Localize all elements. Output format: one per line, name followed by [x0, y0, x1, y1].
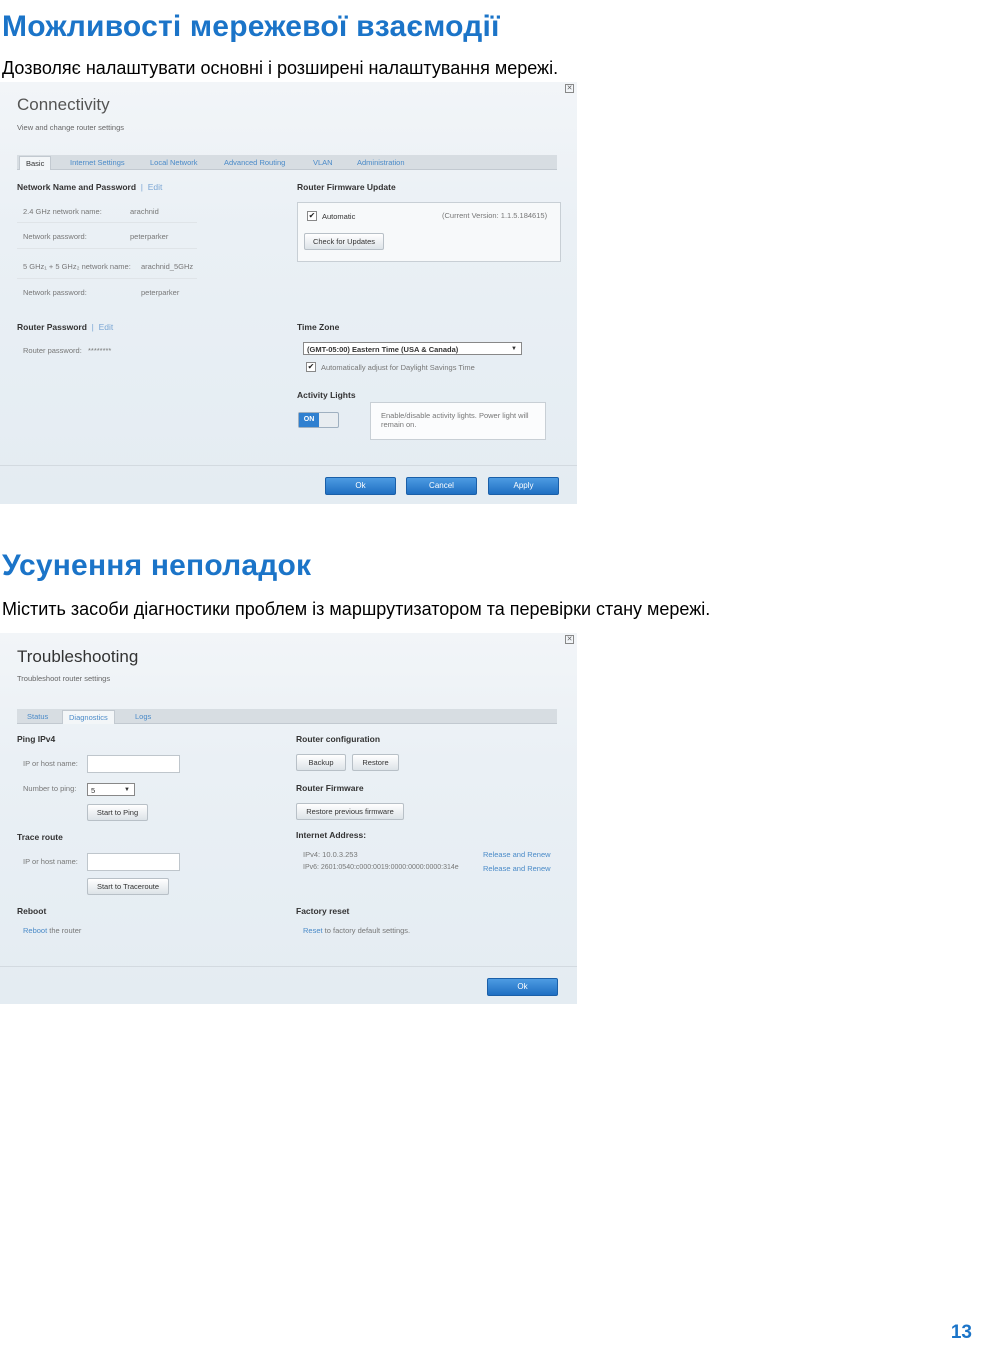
network-heading-label: Network Name and Password — [17, 182, 137, 192]
ssid5-value: arachnid_5GHz — [141, 262, 194, 271]
tab-internet-settings[interactable]: Internet Settings — [64, 156, 131, 169]
ping-host-input[interactable] — [87, 755, 180, 773]
connectivity-screenshot: ✕ Connectivity View and change router se… — [0, 82, 577, 504]
factory-reset-link[interactable]: Reset — [303, 926, 323, 935]
tab-administration[interactable]: Administration — [351, 156, 411, 169]
reboot-link[interactable]: Reboot — [23, 926, 47, 935]
router-password-edit-link[interactable]: Edit — [99, 322, 114, 332]
time-zone-heading: Time Zone — [297, 322, 340, 332]
ok-button[interactable]: Ok — [487, 978, 558, 996]
ssid24-label: 2.4 GHz network name: — [23, 207, 102, 216]
tab-bar: Status Diagnostics Logs — [17, 709, 557, 724]
router-password-label: Router Password — [17, 322, 87, 332]
reboot-text: Reboot the router — [23, 926, 81, 935]
trace-host-input[interactable] — [87, 853, 180, 871]
dropdown-arrow-icon: ▼ — [511, 346, 517, 352]
ssid5-label: 5 GHz₁ + 5 GHz₂ network name: — [23, 262, 131, 271]
tab-local-network[interactable]: Local Network — [144, 156, 204, 169]
section-description-connectivity: Дозволяє налаштувати основні і розширені… — [2, 58, 559, 78]
activity-info-text: Enable/disable activity lights. Power li… — [381, 411, 529, 429]
restore-firmware-button[interactable]: Restore previous firmware — [296, 803, 404, 820]
ssid24-value: arachnid — [130, 207, 159, 216]
panel-title: Connectivity — [17, 95, 110, 114]
router-firmware-heading: Router Firmware — [296, 783, 364, 793]
panel-subtitle: View and change router settings — [17, 123, 125, 132]
check-for-updates-button[interactable]: Check for Updates — [304, 233, 384, 250]
factory-reset-suffix: to factory default settings. — [322, 926, 411, 935]
divider — [17, 278, 197, 279]
router-password-value: ******** — [88, 346, 112, 355]
pw5-value: peterparker — [141, 288, 180, 297]
pw24-value: peterparker — [130, 232, 169, 241]
dst-checkbox[interactable]: ✔ — [306, 362, 316, 372]
activity-lights-toggle[interactable]: ON — [298, 412, 339, 428]
factory-reset-heading: Factory reset — [296, 906, 350, 916]
section-heading-troubleshooting: Усунення неполадок — [2, 549, 312, 582]
activity-lights-heading: Activity Lights — [297, 390, 356, 400]
trace-heading: Trace route — [17, 832, 63, 842]
backup-button[interactable]: Backup — [296, 754, 346, 771]
time-zone-selected: (GMT-05:00) Eastern Time (USA & Canada) — [307, 345, 459, 354]
factory-reset-text: Reset to factory default settings. — [303, 926, 410, 935]
tab-diagnostics[interactable]: Diagnostics — [62, 710, 115, 724]
tab-status[interactable]: Status — [21, 710, 54, 723]
panel-subtitle: Troubleshoot router settings — [17, 674, 111, 683]
network-edit-link[interactable]: Edit — [148, 182, 163, 192]
toggle-on-label: ON — [299, 413, 319, 427]
ipv4-address: IPv4: 10.0.3.253 — [303, 850, 358, 859]
tab-bar: Basic Internet Settings Local Network Ad… — [17, 155, 557, 170]
time-zone-select[interactable]: (GMT-05:00) Eastern Time (USA & Canada) … — [303, 342, 522, 355]
start-ping-button[interactable]: Start to Ping — [87, 804, 148, 821]
release-renew-ipv6-link[interactable]: Release and Renew — [483, 864, 551, 873]
release-renew-ipv4-link[interactable]: Release and Renew — [483, 850, 551, 859]
firmware-version: (Current Version: 1.1.5.184615) — [442, 211, 548, 220]
reboot-heading: Reboot — [17, 906, 47, 916]
reboot-suffix: the router — [47, 926, 82, 935]
ping-count-select[interactable]: 5 ▼ — [87, 783, 135, 796]
dropdown-arrow-icon: ▼ — [124, 787, 130, 793]
apply-button[interactable]: Apply — [488, 477, 559, 495]
network-name-password-heading: Network Name and Password | Edit — [17, 182, 163, 192]
tab-logs[interactable]: Logs — [129, 710, 157, 723]
router-password-heading: Router Password | Edit — [17, 322, 114, 332]
trace-host-label: IP or host name: — [23, 857, 78, 866]
restore-button[interactable]: Restore — [352, 754, 399, 771]
pw5-label: Network password: — [23, 288, 87, 297]
tab-advanced-routing[interactable]: Advanced Routing — [218, 156, 291, 169]
ipv6-address: IPv6: 2601:0540:c000:0019:0000:0000:0000… — [303, 864, 459, 871]
page-number: 13 — [950, 1322, 972, 1343]
tab-basic[interactable]: Basic — [19, 156, 52, 170]
dst-label: Automatically adjust for Daylight Saving… — [321, 363, 475, 372]
automatic-label: Automatic — [322, 212, 356, 221]
panel-title: Troubleshooting — [17, 647, 139, 666]
footer-divider — [0, 465, 577, 466]
ping-heading: Ping IPv4 — [17, 734, 56, 744]
firmware-update-heading: Router Firmware Update — [297, 182, 396, 192]
internet-address-heading: Internet Address: — [296, 830, 367, 840]
pw24-label: Network password: — [23, 232, 87, 241]
start-traceroute-button[interactable]: Start to Traceroute — [87, 878, 169, 895]
cancel-button[interactable]: Cancel — [406, 477, 477, 495]
close-icon[interactable]: ✕ — [565, 635, 574, 644]
router-config-heading: Router configuration — [296, 734, 381, 744]
divider — [17, 248, 197, 249]
close-icon[interactable]: ✕ — [565, 84, 574, 93]
automatic-checkbox[interactable]: ✔ — [307, 211, 317, 221]
ping-host-label: IP or host name: — [23, 759, 78, 768]
troubleshooting-screenshot: ✕ Troubleshooting Troubleshoot router se… — [0, 633, 577, 1004]
ping-count-label: Number to ping: — [23, 784, 77, 793]
ok-button[interactable]: Ok — [325, 477, 396, 495]
ping-count-value: 5 — [91, 786, 96, 795]
section-heading-connectivity: Можливості мережевої взаємодії — [2, 10, 500, 43]
divider — [17, 222, 197, 223]
tab-vlan[interactable]: VLAN — [307, 156, 339, 169]
section-description-troubleshooting: Містить засоби діагностики проблем із ма… — [2, 599, 711, 619]
footer-divider — [0, 966, 577, 967]
router-password-field-label: Router password: — [23, 346, 82, 355]
